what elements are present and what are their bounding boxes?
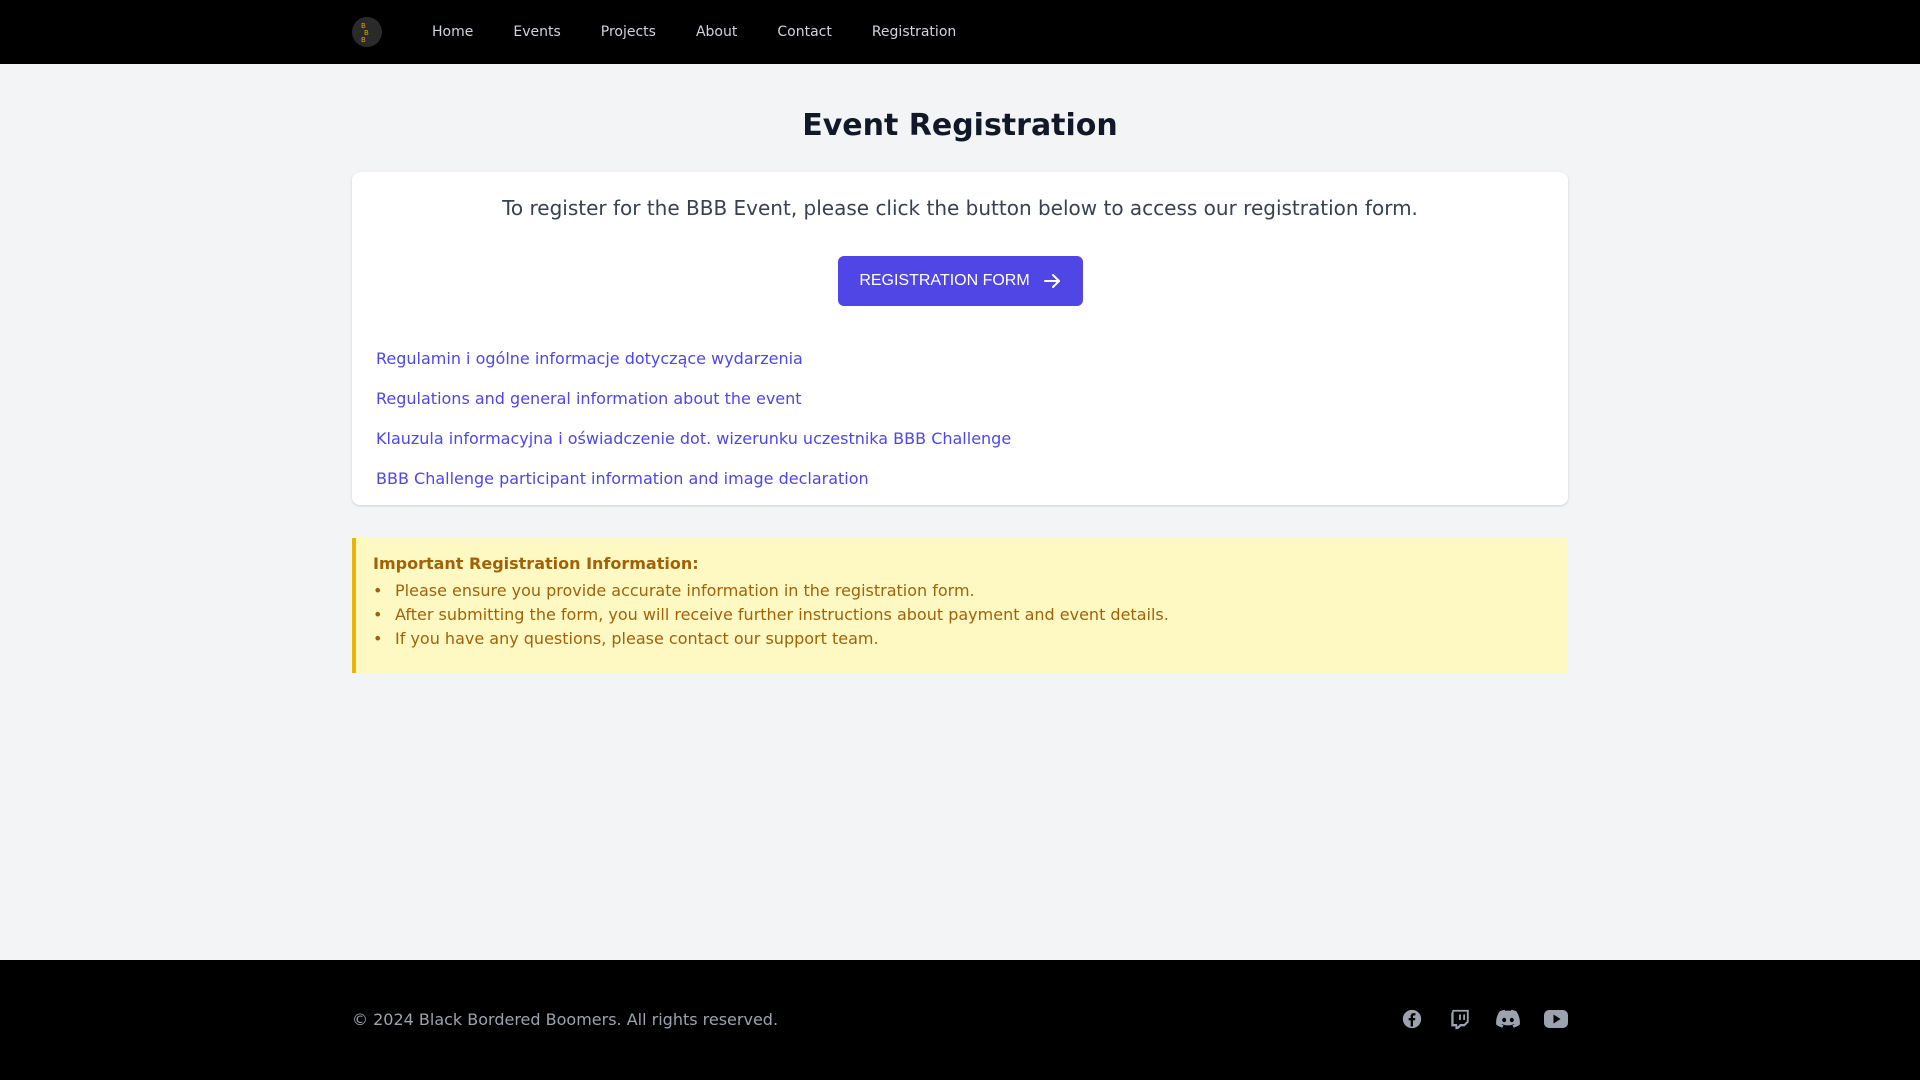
document-links-list: Regulamin i ogólne informacje dotyczące … bbox=[376, 338, 1011, 498]
nav-link-contact[interactable]: Contact bbox=[765, 16, 843, 48]
registration-card: To register for the BBB Event, please cl… bbox=[352, 172, 1568, 505]
registration-form-button-label: REGISTRATION FORM bbox=[859, 272, 1030, 289]
info-item: Please ensure you provide accurate infor… bbox=[373, 579, 1568, 603]
discord-icon[interactable] bbox=[1496, 1007, 1520, 1031]
svg-text:B: B bbox=[361, 36, 366, 44]
regulations-en-link[interactable]: Regulations and general information abou… bbox=[376, 389, 802, 408]
info-item: If you have any questions, please contac… bbox=[373, 627, 1568, 651]
list-item: Klauzula informacyjna i oświadczenie dot… bbox=[376, 418, 1011, 458]
info-title: Important Registration Information: bbox=[373, 554, 699, 573]
logo[interactable]: B B B bbox=[352, 17, 382, 47]
registration-form-button[interactable]: REGISTRATION FORM bbox=[838, 256, 1083, 306]
nav-link-projects[interactable]: Projects bbox=[589, 16, 668, 48]
youtube-icon[interactable] bbox=[1544, 1007, 1568, 1031]
footer: © 2024 Black Bordered Boomers. All right… bbox=[0, 960, 1920, 1080]
page-title: Event Registration bbox=[802, 108, 1118, 143]
twitch-icon[interactable] bbox=[1448, 1007, 1472, 1031]
info-list: Please ensure you provide accurate infor… bbox=[373, 579, 1568, 651]
list-item: Regulations and general information abou… bbox=[376, 378, 1011, 418]
arrow-right-icon bbox=[1042, 271, 1062, 291]
logo-icon: B B B bbox=[352, 17, 382, 47]
image-clause-pl-link[interactable]: Klauzula informacyjna i oświadczenie dot… bbox=[376, 429, 1011, 448]
regulations-pl-link[interactable]: Regulamin i ogólne informacje dotyczące … bbox=[376, 349, 803, 368]
important-info-box: Important Registration Information: Plea… bbox=[352, 538, 1568, 673]
list-item: BBB Challenge participant information an… bbox=[376, 458, 1011, 498]
image-clause-en-link[interactable]: BBB Challenge participant information an… bbox=[376, 469, 869, 488]
social-links bbox=[1376, 1007, 1568, 1031]
card-intro-text: To register for the BBB Event, please cl… bbox=[502, 196, 1418, 220]
list-item: Regulamin i ogólne informacje dotyczące … bbox=[376, 338, 1011, 378]
nav-link-home[interactable]: Home bbox=[420, 16, 485, 48]
copyright-text: © 2024 Black Bordered Boomers. All right… bbox=[352, 1010, 779, 1029]
nav-inner: B B B Home Events Projects About Contact… bbox=[352, 0, 984, 64]
facebook-icon[interactable] bbox=[1400, 1007, 1424, 1031]
nav-link-about[interactable]: About bbox=[684, 16, 749, 48]
nav-link-events[interactable]: Events bbox=[501, 16, 572, 48]
info-item: After submitting the form, you will rece… bbox=[373, 603, 1568, 627]
nav-link-registration[interactable]: Registration bbox=[860, 16, 968, 48]
top-navbar: B B B Home Events Projects About Contact… bbox=[0, 0, 1920, 64]
